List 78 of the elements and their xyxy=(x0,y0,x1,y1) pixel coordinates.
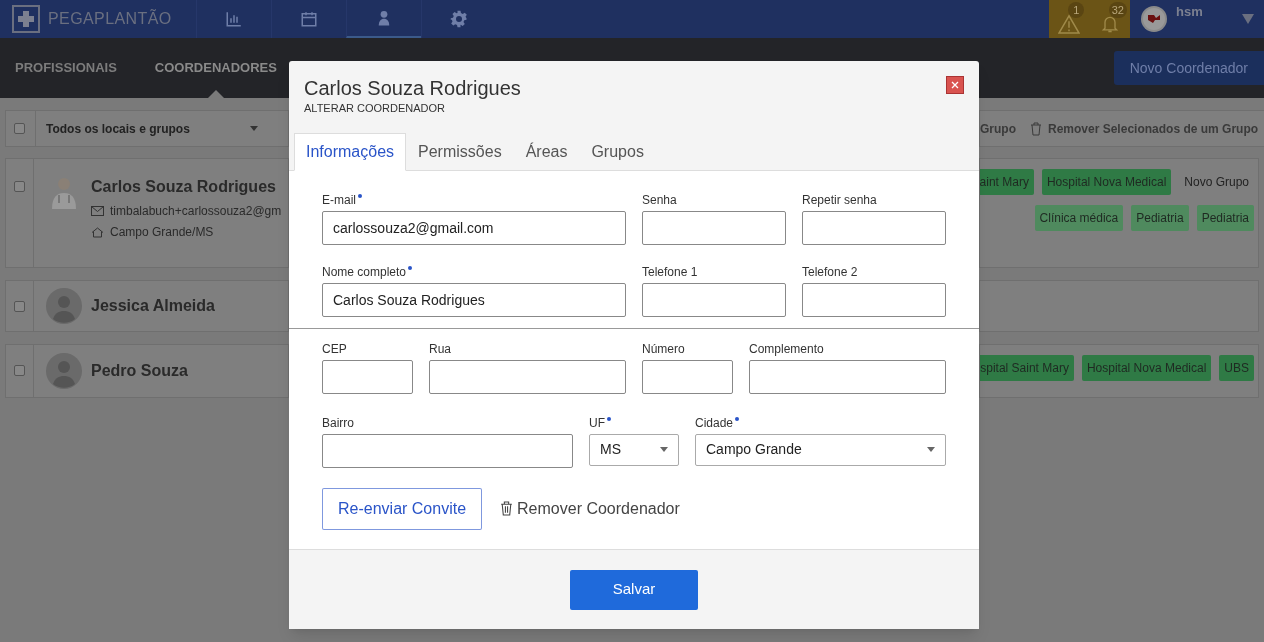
caret-icon xyxy=(249,126,258,131)
warning-icon xyxy=(1058,14,1081,34)
user-name: hsm xyxy=(1176,3,1203,21)
section-tab[interactable]: COORDENADORES xyxy=(154,38,277,98)
save-button[interactable]: Salvar xyxy=(570,569,698,610)
person-name: Pedro Souza xyxy=(91,361,188,381)
place-tag: Hospital Nova Medical xyxy=(1081,355,1212,381)
place-tag: UBS xyxy=(1219,355,1254,381)
input-field[interactable] xyxy=(802,210,946,245)
input-field[interactable] xyxy=(429,359,626,394)
dialog-tab[interactable]: Informações xyxy=(294,132,407,171)
logo-icon xyxy=(12,5,40,33)
input-field[interactable] xyxy=(642,210,786,245)
checkbox[interactable] xyxy=(14,301,25,312)
settings-icon xyxy=(450,10,468,28)
field-label: E-mail xyxy=(322,191,356,209)
home-icon xyxy=(91,226,104,238)
field-label: Número xyxy=(642,340,685,358)
count-badge: 32 xyxy=(1108,2,1127,18)
input-field[interactable]: carlossouza2@gmail.com xyxy=(322,210,626,245)
field-label: CEP xyxy=(322,340,347,358)
input-field[interactable] xyxy=(802,282,946,317)
input-field[interactable] xyxy=(322,433,573,468)
trash-icon xyxy=(500,501,514,516)
input-field[interactable]: Carlos Souza Rodrigues xyxy=(322,282,626,317)
trash-icon xyxy=(1030,121,1042,136)
alert-button[interactable]: 1 xyxy=(1054,4,1085,34)
close-button[interactable] xyxy=(946,76,964,94)
place-tag: spital Saint Mary xyxy=(980,355,1074,381)
area-tag: Pediatria xyxy=(1131,205,1189,231)
input-field[interactable] xyxy=(642,359,733,394)
checkbox[interactable] xyxy=(14,365,25,376)
input-field[interactable] xyxy=(749,359,946,394)
close-icon xyxy=(951,81,959,89)
filter-dropdown[interactable]: Todos os locais e grupos xyxy=(35,111,258,146)
person-name: Jessica Almeida xyxy=(91,296,215,316)
place-tag: Hospital Nova Medical xyxy=(1041,169,1172,195)
person-city: Campo Grande/MS xyxy=(110,224,214,241)
caret-icon xyxy=(1242,14,1254,24)
hospital-logo-icon xyxy=(1140,5,1168,33)
select-field[interactable]: Campo Grande xyxy=(695,433,946,466)
dialog-title: Carlos Souza Rodrigues xyxy=(304,76,521,100)
caret-icon xyxy=(660,447,668,452)
brand-name: PEGAPLANTÃO xyxy=(48,8,172,29)
dialog-subtitle: ALTERAR COORDENADOR xyxy=(304,101,446,116)
bar-chart-icon xyxy=(225,10,243,28)
field-label: UF xyxy=(589,414,605,432)
resend-invite-button[interactable]: Re-enviar Convite xyxy=(322,487,483,530)
dialog-tab[interactable]: Áreas xyxy=(513,132,580,171)
person-name: Carlos Souza Rodrigues xyxy=(91,177,277,197)
field-label: Repetir senha xyxy=(802,191,877,209)
field-label: Complemento xyxy=(749,340,824,358)
field-label: Cidade xyxy=(695,414,734,432)
checkbox[interactable] xyxy=(14,123,25,134)
field-label: Senha xyxy=(642,191,677,209)
dialog-tab[interactable]: Grupos xyxy=(579,132,656,171)
person-email: timbalabuch+carlossouza2@gm xyxy=(110,203,282,220)
area-tag: Pediatria xyxy=(1196,205,1254,231)
input-field[interactable] xyxy=(642,282,786,317)
field-label: Bairro xyxy=(322,414,354,432)
field-label: Telefone 1 xyxy=(642,263,698,281)
count-badge: 1 xyxy=(1068,2,1085,18)
field-label: Telefone 2 xyxy=(802,263,858,281)
dialog-tab[interactable]: Permissões xyxy=(406,132,514,171)
caret-icon xyxy=(927,447,935,452)
field-label: Nome completo xyxy=(322,263,407,281)
section-tab[interactable]: PROFISSIONAIS xyxy=(15,38,117,98)
area-tag: Clínica médica xyxy=(1034,205,1124,231)
group-label: Novo Grupo xyxy=(1183,174,1250,191)
checkbox[interactable] xyxy=(14,181,25,192)
alert-button[interactable]: 32 xyxy=(1094,4,1125,34)
calendar-icon xyxy=(300,10,318,28)
field-label: Rua xyxy=(429,340,451,358)
input-field[interactable] xyxy=(322,359,413,394)
mail-icon xyxy=(91,206,104,216)
remove-coordinator-button[interactable]: Remover Coordenador xyxy=(500,496,680,521)
place-tag: aint Mary xyxy=(980,169,1034,195)
select-field[interactable]: MS xyxy=(589,433,679,466)
